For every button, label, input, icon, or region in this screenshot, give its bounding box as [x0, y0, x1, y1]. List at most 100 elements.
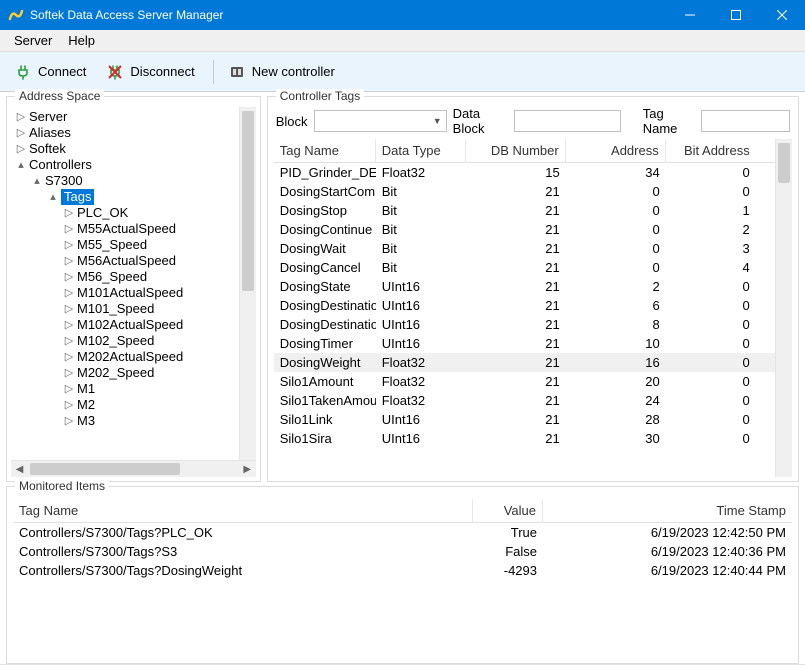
- table-row[interactable]: PID_Grinder_DEAFloat3215340: [274, 163, 775, 182]
- expanded-icon[interactable]: ▴: [15, 157, 27, 173]
- scroll-left-icon[interactable]: ◀: [11, 464, 28, 475]
- tree-node[interactable]: ▷Softek: [11, 141, 239, 157]
- cell: 0: [666, 164, 756, 181]
- tags-vscrollbar[interactable]: [775, 139, 792, 477]
- maximize-button[interactable]: [713, 0, 759, 30]
- close-button[interactable]: [759, 0, 805, 30]
- tree-node[interactable]: ▷M102_Speed: [11, 333, 239, 349]
- collapsed-icon[interactable]: ▷: [63, 269, 75, 285]
- tree-node[interactable]: ▷M202ActualSpeed: [11, 349, 239, 365]
- collapsed-icon[interactable]: ▷: [63, 301, 75, 317]
- collapsed-icon[interactable]: ▷: [63, 365, 75, 381]
- cell: Silo1Link: [274, 411, 376, 428]
- titlebar[interactable]: Softek Data Access Server Manager: [0, 0, 805, 30]
- table-row[interactable]: DosingStopBit2101: [274, 201, 775, 220]
- table-row[interactable]: DosingStartComrBit2100: [274, 182, 775, 201]
- mcol-timestamp[interactable]: Time Stamp: [543, 499, 792, 522]
- expanded-icon[interactable]: ▴: [47, 189, 59, 205]
- col-tagname[interactable]: Tag Name: [274, 139, 376, 162]
- tree-node[interactable]: ▷M202_Speed: [11, 365, 239, 381]
- cell: 4: [666, 259, 756, 276]
- tree-node[interactable]: ▷Aliases: [11, 125, 239, 141]
- collapsed-icon[interactable]: ▷: [15, 109, 27, 125]
- tree-node[interactable]: ▷M101ActualSpeed: [11, 285, 239, 301]
- collapsed-icon[interactable]: ▷: [63, 205, 75, 221]
- tree-node[interactable]: ▷M55ActualSpeed: [11, 221, 239, 237]
- collapsed-icon[interactable]: ▷: [63, 317, 75, 333]
- collapsed-icon[interactable]: ▷: [63, 253, 75, 269]
- table-row[interactable]: DosingDestinatioUInt162180: [274, 315, 775, 334]
- collapsed-icon[interactable]: ▷: [63, 237, 75, 253]
- cell: DosingDestinatio: [274, 297, 376, 314]
- col-address[interactable]: Address: [566, 139, 666, 162]
- tree-node[interactable]: ▴Tags: [11, 189, 239, 205]
- tree-label: M102_Speed: [77, 333, 154, 349]
- tags-table[interactable]: Tag Name Data Type DB Number Address Bit…: [274, 139, 775, 477]
- cell: Controllers/S7300/Tags?DosingWeight: [13, 562, 473, 579]
- tree-hscrollbar[interactable]: ◀ ▶: [11, 460, 256, 477]
- tree-node[interactable]: ▷M56ActualSpeed: [11, 253, 239, 269]
- collapsed-icon[interactable]: ▷: [63, 413, 75, 429]
- collapsed-icon[interactable]: ▷: [15, 141, 27, 157]
- col-dbnumber[interactable]: DB Number: [466, 139, 566, 162]
- tags-header: Tag Name Data Type DB Number Address Bit…: [274, 139, 775, 163]
- menu-help[interactable]: Help: [60, 31, 103, 50]
- tree-node[interactable]: ▷M1: [11, 381, 239, 397]
- table-row[interactable]: DosingStateUInt162120: [274, 277, 775, 296]
- table-row[interactable]: Silo1TakenAmourFloat3221240: [274, 391, 775, 410]
- connect-button[interactable]: Connect: [6, 59, 94, 85]
- table-row[interactable]: DosingWeightFloat3221160: [274, 353, 775, 372]
- table-row[interactable]: Silo1LinkUInt1621280: [274, 410, 775, 429]
- collapsed-icon[interactable]: ▷: [15, 125, 27, 141]
- cell: 15: [466, 164, 566, 181]
- collapsed-icon[interactable]: ▷: [63, 381, 75, 397]
- table-row[interactable]: DosingTimerUInt1621100: [274, 334, 775, 353]
- monitored-header: Tag Name Value Time Stamp: [13, 499, 792, 523]
- address-tree[interactable]: ▷Server▷Aliases▷Softek▴Controllers▴S7300…: [11, 107, 239, 460]
- tree-node[interactable]: ▴Controllers: [11, 157, 239, 173]
- menu-server[interactable]: Server: [6, 31, 60, 50]
- table-row[interactable]: DosingContinueBit2102: [274, 220, 775, 239]
- cell: 0: [566, 202, 666, 219]
- tree-node[interactable]: ▷M3: [11, 413, 239, 429]
- collapsed-icon[interactable]: ▷: [63, 285, 75, 301]
- tree-node[interactable]: ▷M101_Speed: [11, 301, 239, 317]
- tree-node[interactable]: ▷PLC_OK: [11, 205, 239, 221]
- tree-node[interactable]: ▴S7300: [11, 173, 239, 189]
- table-row[interactable]: Silo1AmountFloat3221200: [274, 372, 775, 391]
- scroll-right-icon[interactable]: ▶: [239, 464, 256, 475]
- cell: Bit: [376, 202, 466, 219]
- collapsed-icon[interactable]: ▷: [63, 397, 75, 413]
- new-controller-button[interactable]: New controller: [220, 59, 343, 85]
- col-datatype[interactable]: Data Type: [376, 139, 466, 162]
- disconnect-button[interactable]: Disconnect: [98, 59, 202, 85]
- filter-block-combo[interactable]: ▼: [314, 110, 447, 132]
- table-row[interactable]: Controllers/S7300/Tags?S3False6/19/2023 …: [13, 542, 792, 561]
- table-row[interactable]: Silo1SiraUInt1621300: [274, 429, 775, 448]
- table-row[interactable]: Controllers/S7300/Tags?DosingWeight-4293…: [13, 561, 792, 580]
- hscroll-thumb[interactable]: [30, 463, 180, 475]
- monitored-table[interactable]: Tag Name Value Time Stamp Controllers/S7…: [13, 499, 792, 657]
- tree-node[interactable]: ▷M2: [11, 397, 239, 413]
- collapsed-icon[interactable]: ▷: [63, 221, 75, 237]
- tree-node[interactable]: ▷M102ActualSpeed: [11, 317, 239, 333]
- filter-datablock-input[interactable]: [514, 110, 621, 132]
- plug-disconnect-icon: [106, 63, 124, 81]
- expanded-icon[interactable]: ▴: [31, 173, 43, 189]
- collapsed-icon[interactable]: ▷: [63, 333, 75, 349]
- mcol-value[interactable]: Value: [473, 499, 543, 522]
- table-row[interactable]: Controllers/S7300/Tags?PLC_OKTrue6/19/20…: [13, 523, 792, 542]
- filter-tagname-input[interactable]: [701, 110, 790, 132]
- cell: 21: [466, 221, 566, 238]
- table-row[interactable]: DosingWaitBit2103: [274, 239, 775, 258]
- tree-node[interactable]: ▷M55_Speed: [11, 237, 239, 253]
- collapsed-icon[interactable]: ▷: [63, 349, 75, 365]
- table-row[interactable]: DosingDestinatioUInt162160: [274, 296, 775, 315]
- tree-vscrollbar[interactable]: [239, 107, 256, 460]
- mcol-tagname[interactable]: Tag Name: [13, 499, 473, 522]
- tree-node[interactable]: ▷Server: [11, 109, 239, 125]
- minimize-button[interactable]: [667, 0, 713, 30]
- table-row[interactable]: DosingCancelBit2104: [274, 258, 775, 277]
- col-bitaddress[interactable]: Bit Address: [666, 139, 756, 162]
- tree-node[interactable]: ▷M56_Speed: [11, 269, 239, 285]
